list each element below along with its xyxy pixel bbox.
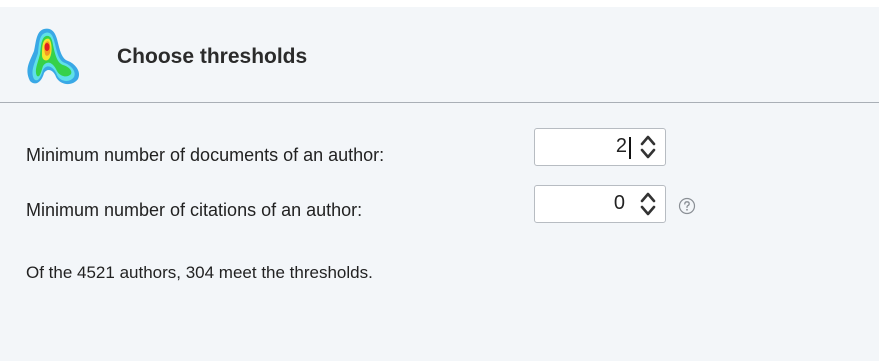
choose-thresholds-dialog: Choose thresholds Minimum number of docu… [0,0,879,361]
min-documents-label: Minimum number of documents of an author… [26,145,385,165]
min-documents-value[interactable]: 2 [616,135,627,158]
min-citations-spinner[interactable]: 0 [534,185,666,223]
dialog-title: Choose thresholds [117,45,308,68]
dialog-body [0,103,879,361]
min-citations-label: Minimum number of citations of an author… [26,200,363,220]
text-caret [629,137,631,159]
threshold-summary: Of the 4521 authors, 304 meet the thresh… [26,263,373,282]
dialog-header: Choose thresholds [0,7,879,102]
top-strip [0,0,879,7]
min-citations-value[interactable]: 0 [614,192,625,215]
spinner-arrows-icon[interactable] [637,132,659,162]
density-map-icon [27,28,80,85]
spinner-arrows-icon[interactable] [637,189,659,219]
min-documents-spinner[interactable]: 2 [534,128,666,166]
help-icon[interactable] [678,197,696,215]
clipped-window-title [560,0,660,7]
clipped-glyph [614,0,630,7]
